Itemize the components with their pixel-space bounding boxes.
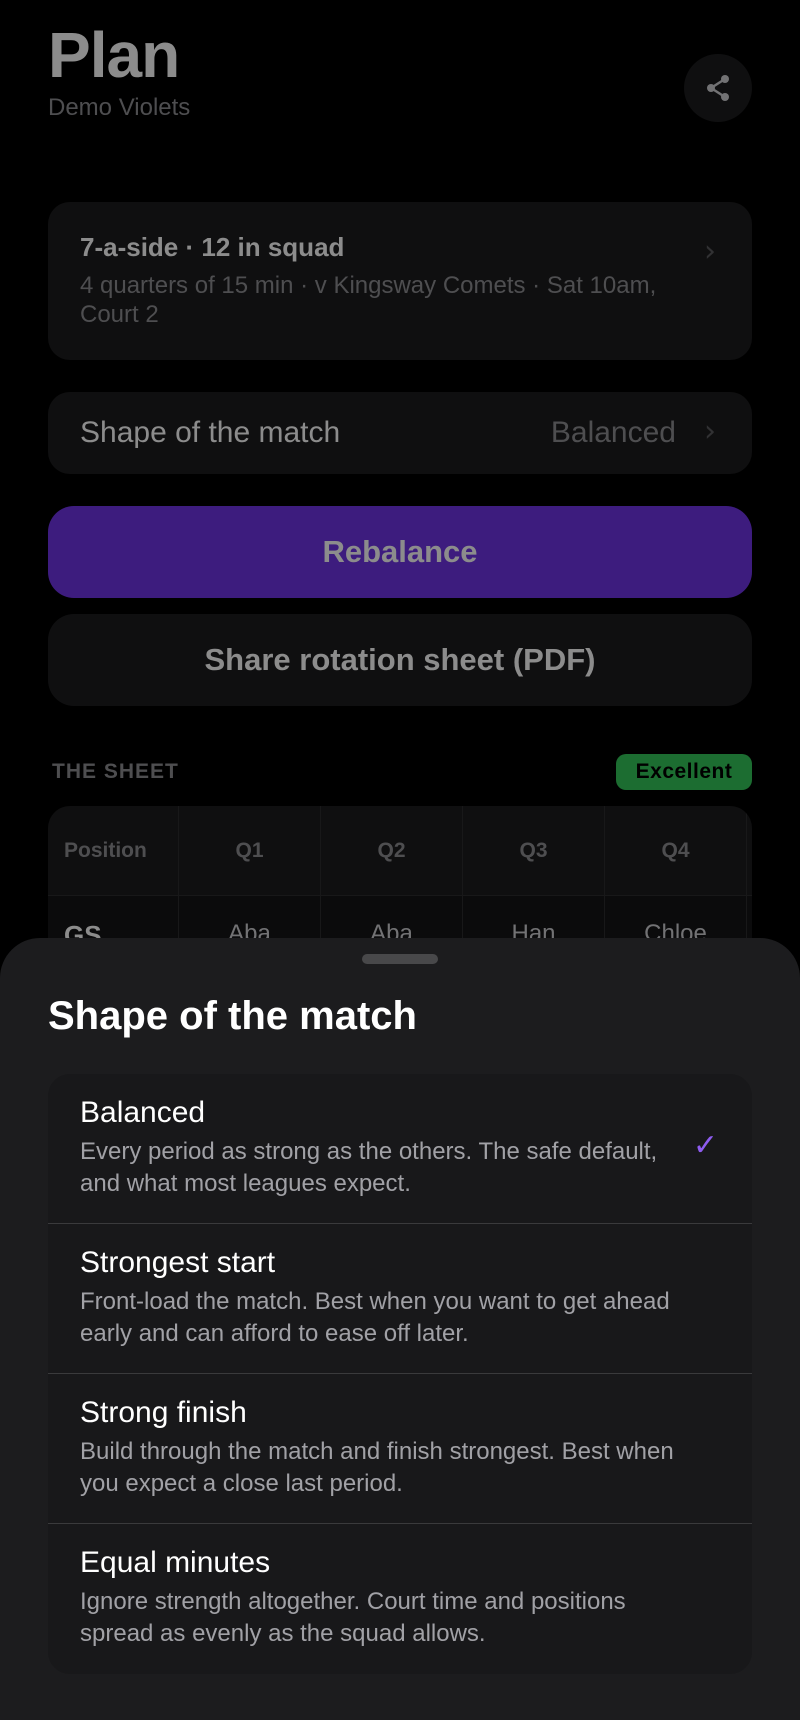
option-description: Front-load the match. Best when you want… [80,1288,670,1347]
option-description: Build through the match and finish stron… [80,1438,674,1497]
option-equal-minutes[interactable]: Equal minutes Ignore strength altogether… [48,1524,752,1674]
shape-bottom-sheet: Shape of the match Balanced Every period… [0,938,800,1720]
option-balanced[interactable]: Balanced Every period as strong as the o… [48,1074,752,1224]
drag-handle[interactable] [362,954,438,964]
option-title: Strong finish [80,1396,247,1429]
option-description: Ignore strength altogether. Court time a… [80,1588,626,1647]
shape-options-list: Balanced Every period as strong as the o… [48,1074,752,1674]
option-strong-finish[interactable]: Strong finish Build through the match an… [48,1374,752,1524]
option-strongest-start[interactable]: Strongest start Front-load the match. Be… [48,1224,752,1374]
option-title: Strongest start [80,1246,276,1279]
option-title: Equal minutes [80,1546,271,1579]
option-description: Every period as strong as the others. Th… [80,1138,658,1197]
checkmark-icon: ✓ [692,1128,718,1163]
option-title: Balanced [80,1096,206,1129]
sheet-title: Shape of the match [48,994,417,1038]
